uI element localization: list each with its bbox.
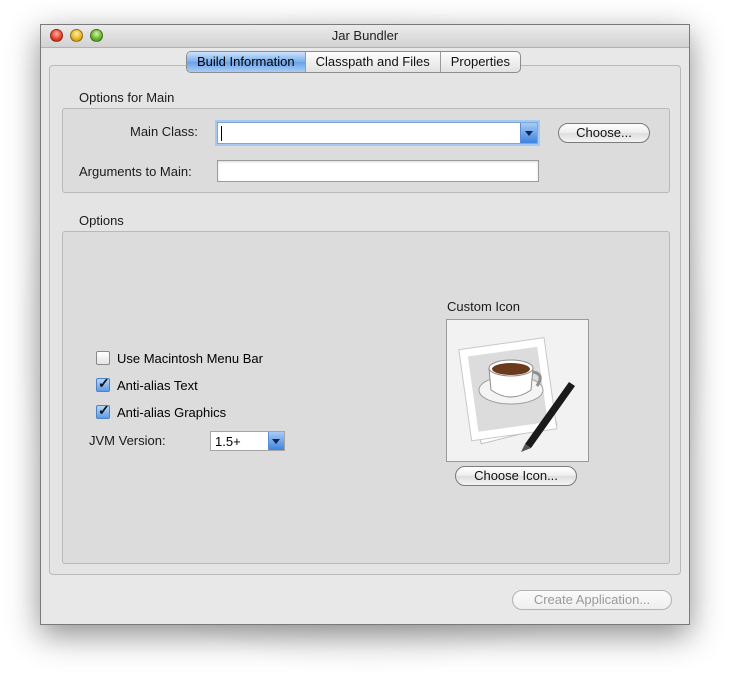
tab-classpath-and-files[interactable]: Classpath and Files [306, 52, 441, 72]
tab-bar: Build Information Classpath and Files Pr… [186, 51, 521, 73]
anti-alias-graphics-checkbox[interactable]: ✓ [96, 402, 110, 419]
anti-alias-text-checkbox-row[interactable]: ✓ Anti-alias Text [96, 375, 198, 393]
anti-alias-text-label: Anti-alias Text [117, 377, 198, 393]
custom-icon-well[interactable] [446, 319, 589, 462]
use-macintosh-menu-bar-label: Use Macintosh Menu Bar [117, 350, 263, 366]
anti-alias-text-checkbox[interactable]: ✓ [96, 375, 110, 392]
main-class-combobox[interactable] [217, 122, 538, 144]
custom-icon-label: Custom Icon [447, 299, 520, 314]
main-class-label: Main Class: [130, 124, 198, 139]
jvm-version-label: JVM Version: [89, 433, 166, 448]
tab-content-pane: Options for Main Main Class: Choose... A… [49, 65, 681, 575]
use-macintosh-menu-bar-checkbox-row[interactable]: Use Macintosh Menu Bar [96, 350, 263, 366]
java-coffee-cup-icon [458, 337, 575, 452]
tab-build-information[interactable]: Build Information [187, 52, 306, 72]
options-section-label: Options [79, 213, 124, 228]
jvm-version-value: 1.5+ [215, 434, 241, 449]
tab-properties[interactable]: Properties [441, 52, 520, 72]
options-for-main-label: Options for Main [79, 90, 175, 105]
choose-icon-button[interactable]: Choose Icon... [455, 466, 577, 486]
window-title: Jar Bundler [331, 28, 399, 43]
jvm-version-dropdown-arrow[interactable] [268, 432, 284, 450]
arguments-to-main-label: Arguments to Main: [79, 164, 192, 179]
arguments-to-main-field[interactable] [217, 160, 539, 182]
jvm-version-select[interactable]: 1.5+ [210, 431, 285, 451]
use-macintosh-menu-bar-checkbox[interactable] [96, 351, 110, 365]
create-application-button[interactable]: Create Application... [512, 590, 672, 610]
choose-main-class-button[interactable]: Choose... [558, 123, 650, 143]
checkmark-icon: ✓ [98, 402, 110, 418]
anti-alias-graphics-checkbox-row[interactable]: ✓ Anti-alias Graphics [96, 402, 227, 420]
main-class-dropdown-arrow[interactable] [520, 123, 537, 143]
jar-bundler-window: Jar Bundler Options for Main Main Class:… [40, 24, 690, 625]
options-for-main-group: Main Class: Choose... Arguments to Main: [62, 108, 670, 193]
text-caret [221, 126, 222, 141]
anti-alias-graphics-label: Anti-alias Graphics [117, 404, 227, 420]
title-bar[interactable]: Jar Bundler [41, 25, 689, 48]
checkmark-icon: ✓ [98, 375, 110, 391]
